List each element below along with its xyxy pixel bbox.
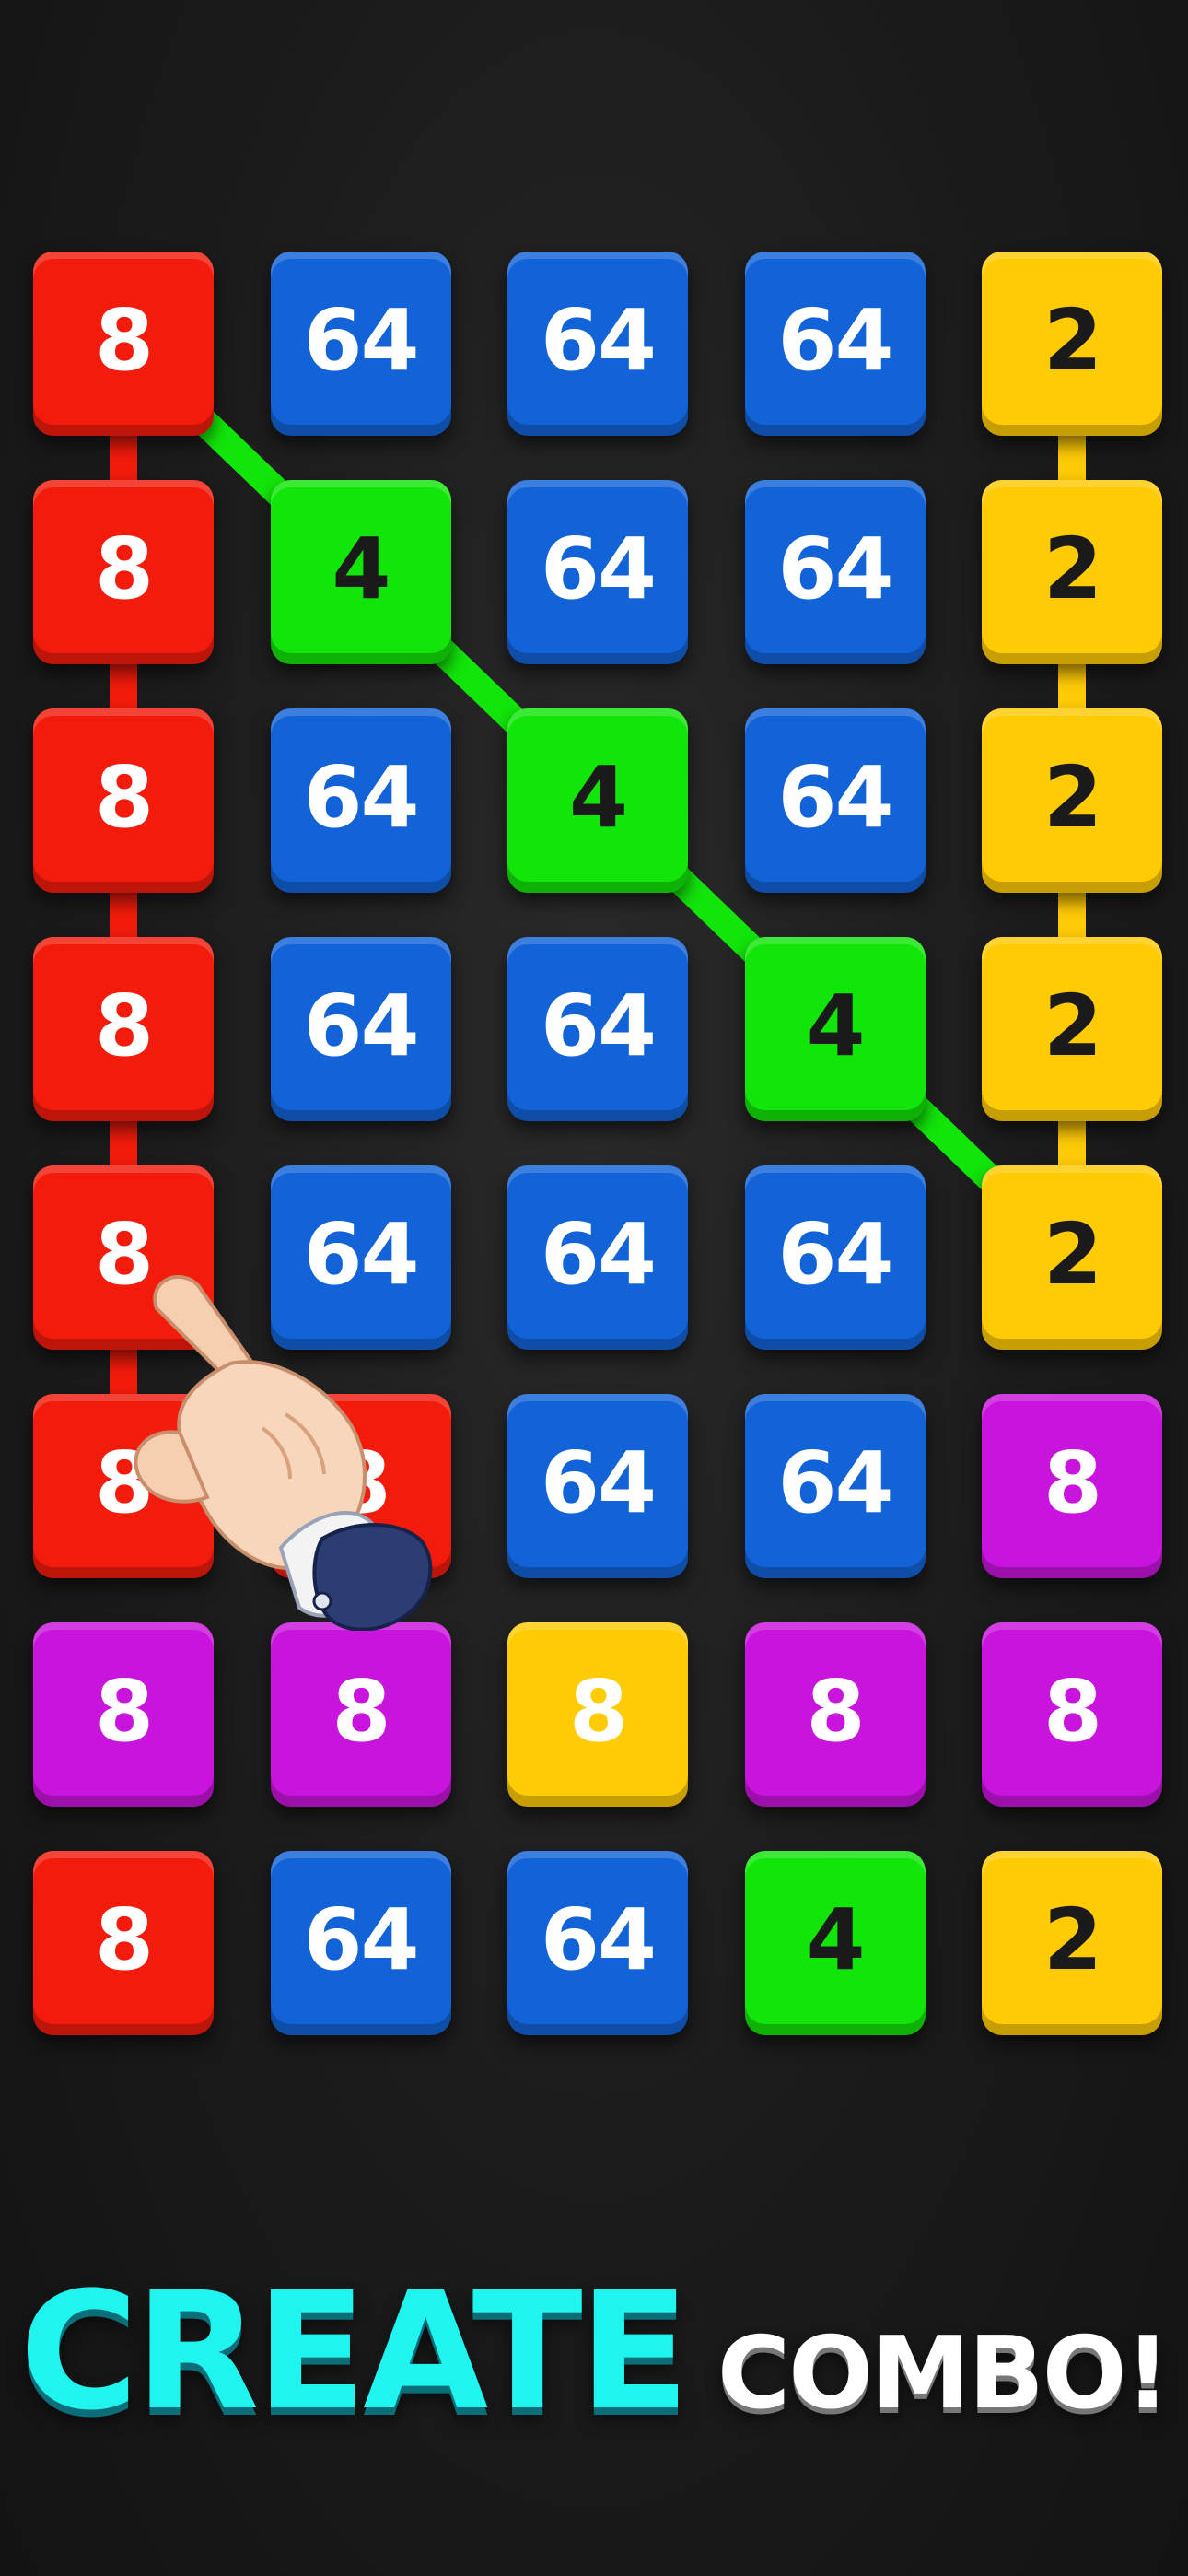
tagline-combo: COMBO!	[716, 2316, 1171, 2431]
tile[interactable]: 8	[982, 1622, 1162, 1807]
tile-value: 8	[568, 1661, 628, 1761]
tile[interactable]: 4	[270, 480, 451, 664]
tile-value: 2	[1042, 290, 1102, 390]
tile[interactable]: 64	[744, 1394, 926, 1578]
tile[interactable]: 4	[744, 1851, 926, 2035]
tile[interactable]: 2	[982, 480, 1162, 664]
tile[interactable]: 8	[982, 1394, 1162, 1578]
tile[interactable]: 8	[33, 480, 214, 664]
tile-value: 8	[1042, 1661, 1102, 1761]
tile[interactable]: 8	[33, 252, 214, 436]
tile-value: 64	[540, 1890, 657, 1989]
tile-value: 8	[94, 1661, 154, 1761]
tile-value: 64	[540, 1433, 657, 1532]
tile[interactable]: 64	[270, 937, 451, 1121]
tile-value: 64	[540, 519, 657, 618]
tile-value: 64	[777, 1433, 893, 1532]
tile-value: 8	[1042, 1433, 1102, 1532]
tile[interactable]: 4	[744, 937, 926, 1121]
tile-value: 4	[568, 747, 628, 847]
tile[interactable]: 2	[982, 708, 1162, 893]
tile[interactable]: 64	[744, 480, 926, 664]
tile[interactable]: 2	[982, 1851, 1162, 2035]
tile-value: 8	[806, 1661, 865, 1761]
tile[interactable]: 64	[270, 252, 451, 436]
tagline-create: CREATE	[19, 2257, 690, 2446]
tile[interactable]: 64	[270, 708, 451, 893]
tile-value: 64	[303, 290, 419, 390]
tile[interactable]: 64	[507, 1394, 688, 1578]
tile-value: 2	[1042, 1204, 1102, 1304]
tile[interactable]: 64	[270, 1851, 451, 2035]
tile-value: 2	[1042, 1890, 1102, 1989]
tile[interactable]: 8	[507, 1622, 688, 1807]
tile-value: 4	[332, 519, 390, 618]
tile[interactable]: 64	[507, 1851, 688, 2035]
tile[interactable]: 2	[982, 1165, 1162, 1350]
tagline: CREATE COMBO!	[0, 2257, 1188, 2446]
tile[interactable]: 2	[982, 252, 1162, 436]
tile-value: 8	[94, 519, 154, 618]
tile[interactable]: 8	[33, 1851, 214, 2035]
tile[interactable]: 64	[744, 1165, 926, 1350]
tile-value: 64	[540, 290, 657, 390]
tile-value: 2	[1042, 519, 1102, 618]
tile-value: 64	[777, 747, 893, 847]
tile-value: 64	[303, 1890, 419, 1989]
tile-value: 8	[94, 747, 154, 847]
tile-value: 64	[777, 290, 893, 390]
tile-value: 64	[540, 976, 657, 1075]
tile-value: 64	[303, 976, 419, 1075]
pointing-hand-icon	[134, 1274, 433, 1631]
tile-value: 8	[94, 976, 154, 1075]
tile-value: 8	[94, 1890, 154, 1989]
tile[interactable]: 2	[982, 937, 1162, 1121]
tile[interactable]: 8	[33, 937, 214, 1121]
tile[interactable]: 64	[744, 708, 926, 893]
game-board: 8 64 64 64 2 8 4 64 64 2 8 64 4 64 2 8 64 64 4 2 8 64 64 64 2 8 8 6…	[0, 0, 1188, 2119]
tile[interactable]: 64	[507, 1165, 688, 1350]
tile-value: 8	[332, 1661, 390, 1761]
tile[interactable]: 8	[270, 1622, 451, 1807]
tile[interactable]: 64	[507, 937, 688, 1121]
tile-value: 64	[540, 1204, 657, 1304]
tile[interactable]: 8	[744, 1622, 926, 1807]
tile[interactable]: 8	[33, 708, 214, 893]
tile-value: 4	[806, 1890, 865, 1989]
tile-value: 8	[94, 290, 154, 390]
tile[interactable]: 8	[33, 1622, 214, 1807]
tile-value: 2	[1042, 976, 1102, 1075]
tile[interactable]: 64	[744, 252, 926, 436]
tile[interactable]: 64	[507, 480, 688, 664]
tile-value: 64	[777, 1204, 893, 1304]
tile-value: 4	[806, 976, 865, 1075]
tile[interactable]: 64	[507, 252, 688, 436]
tile-value: 2	[1042, 747, 1102, 847]
tile-value: 64	[777, 519, 893, 618]
tile[interactable]: 4	[507, 708, 688, 893]
tile-value: 64	[303, 747, 419, 847]
